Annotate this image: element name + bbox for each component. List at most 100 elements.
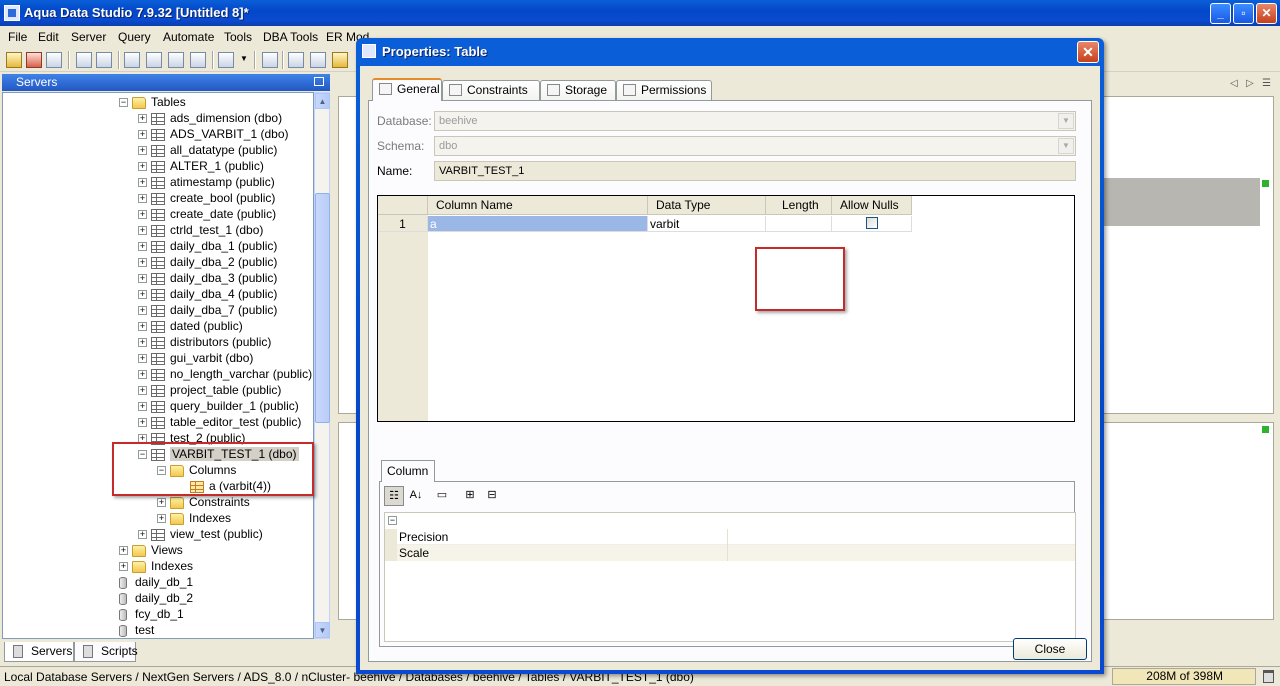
tree-item[interactable]: + query_builder_1 (public): [138, 398, 299, 414]
menu-automate[interactable]: Automate: [163, 30, 214, 44]
dialog-close-icon[interactable]: ✕: [1077, 41, 1099, 63]
menu-dba-tools[interactable]: DBA Tools: [263, 30, 318, 44]
layout-1-icon[interactable]: [288, 52, 304, 68]
menu-query[interactable]: Query: [118, 30, 151, 44]
tree-item[interactable]: + atimestamp (public): [138, 174, 275, 190]
delete-server-icon[interactable]: [26, 52, 42, 68]
maximize-button[interactable]: ▫: [1233, 3, 1254, 24]
cell-column-name[interactable]: a: [428, 216, 648, 232]
close-button[interactable]: Close: [1013, 638, 1087, 660]
minimize-button[interactable]: _: [1210, 3, 1231, 24]
dropdown-arrow-icon[interactable]: ▼: [240, 54, 248, 63]
expand-icon[interactable]: +: [138, 146, 147, 156]
allow-nulls-checkbox[interactable]: [866, 217, 878, 229]
expand-icon[interactable]: +: [138, 306, 147, 316]
tab-permissions[interactable]: Permissions: [616, 80, 712, 100]
tab-nav-right-icon[interactable]: ▷: [1246, 78, 1254, 89]
expand-icon[interactable]: +: [138, 194, 147, 204]
execute-icon[interactable]: [218, 52, 234, 68]
disconnect-icon[interactable]: [96, 52, 112, 68]
expand-icon[interactable]: +: [138, 530, 147, 540]
expand-icon[interactable]: +: [138, 258, 147, 268]
expand-icon[interactable]: +: [138, 162, 147, 172]
expand-icon[interactable]: +: [138, 370, 147, 380]
tree-item[interactable]: + distributors (public): [138, 334, 271, 350]
tree-item[interactable]: + no_length_varchar (public): [138, 366, 312, 382]
expand-icon[interactable]: +: [138, 226, 147, 236]
expand-icon[interactable]: +: [157, 498, 166, 508]
connect-icon[interactable]: [76, 52, 92, 68]
tree-item[interactable]: + daily_dba_7 (public): [138, 302, 277, 318]
tree-item[interactable]: + daily_dba_3 (public): [138, 270, 277, 286]
tree-item[interactable]: + project_table (public): [138, 382, 281, 398]
menu-edit[interactable]: Edit: [38, 30, 59, 44]
prop-row-scale[interactable]: Scale: [385, 545, 1075, 561]
expand-icon[interactable]: +: [138, 210, 147, 220]
tab-nav-left-icon[interactable]: ◁: [1230, 78, 1238, 89]
tree-item[interactable]: + table_editor_test (public): [138, 414, 301, 430]
expand-icon[interactable]: +: [138, 178, 147, 188]
menu-file[interactable]: File: [8, 30, 27, 44]
restore-panel-icon[interactable]: [314, 77, 324, 86]
tree-item[interactable]: + create_bool (public): [138, 190, 275, 206]
header-data-type[interactable]: Data Type: [648, 196, 766, 215]
tree-item[interactable]: + view_test (public): [138, 526, 263, 542]
tree-item[interactable]: + ctrld_test_1 (dbo): [138, 222, 263, 238]
expand-icon[interactable]: +: [138, 130, 147, 140]
tab-storage[interactable]: Storage: [540, 80, 616, 100]
tab-column[interactable]: Column: [381, 460, 435, 482]
query-builder-icon[interactable]: [168, 52, 184, 68]
tree-scrollbar[interactable]: ▲ ▼: [314, 92, 330, 639]
tab-scripts[interactable]: Scripts: [74, 642, 138, 662]
header-allow-nulls[interactable]: Allow Nulls: [832, 196, 912, 215]
close-window-button[interactable]: ✕: [1256, 3, 1277, 24]
property-pages-icon[interactable]: ▭: [432, 486, 452, 506]
tree-item[interactable]: test: [103, 622, 154, 638]
categorized-icon[interactable]: ☷: [384, 486, 404, 506]
server-tree[interactable]: − Tables + ads_dimension (dbo) + ADS_VARBIT_1…: [2, 92, 314, 639]
tab-servers[interactable]: Servers: [4, 642, 74, 662]
collapse-icon[interactable]: −: [388, 516, 397, 525]
layout-3-icon[interactable]: [332, 52, 348, 68]
expand-icon[interactable]: +: [138, 114, 147, 124]
expand-icon[interactable]: +: [138, 242, 147, 252]
tree-item[interactable]: + Indexes: [119, 558, 193, 574]
tree-item[interactable]: + daily_dba_4 (public): [138, 286, 277, 302]
cell-allow-nulls[interactable]: [832, 216, 912, 232]
tree-item[interactable]: + ads_dimension (dbo): [138, 110, 282, 126]
edit-server-icon[interactable]: [46, 52, 62, 68]
query-file-icon[interactable]: [146, 52, 162, 68]
header-length[interactable]: Length: [766, 196, 832, 215]
tab-constraints[interactable]: Constraints: [442, 80, 540, 100]
tree-item[interactable]: + dated (public): [138, 318, 243, 334]
tree-item[interactable]: + Indexes: [157, 510, 231, 526]
expand-icon[interactable]: +: [138, 290, 147, 300]
collapse-icon[interactable]: −: [119, 98, 128, 108]
expand-all-icon[interactable]: ⊞: [460, 486, 480, 506]
scroll-down-icon[interactable]: ▼: [315, 622, 330, 638]
expand-icon[interactable]: +: [138, 338, 147, 348]
tree-item[interactable]: + all_datatype (public): [138, 142, 277, 158]
columns-grid[interactable]: Column Name Data Type Length Allow Nulls…: [377, 195, 1075, 422]
expand-icon[interactable]: +: [119, 546, 128, 556]
query-window-icon[interactable]: [124, 52, 140, 68]
header-column-name[interactable]: Column Name: [428, 196, 648, 215]
tree-item[interactable]: + ADS_VARBIT_1 (dbo): [138, 126, 289, 142]
tab-general[interactable]: General: [372, 78, 442, 101]
menu-tools[interactable]: Tools: [224, 30, 252, 44]
prop-row-precision[interactable]: Precision: [385, 529, 1075, 545]
menu-server[interactable]: Server: [71, 30, 106, 44]
scroll-up-icon[interactable]: ▲: [315, 93, 330, 109]
name-field[interactable]: VARBIT_TEST_1: [434, 161, 1076, 181]
cell-length[interactable]: [766, 216, 832, 232]
tab-list-icon[interactable]: ☰: [1262, 78, 1271, 89]
expand-icon[interactable]: +: [138, 274, 147, 284]
new-server-icon[interactable]: [6, 52, 22, 68]
expand-icon[interactable]: +: [138, 418, 147, 428]
print-icon[interactable]: [262, 52, 278, 68]
sort-az-icon[interactable]: A↓: [406, 486, 426, 506]
tree-item[interactable]: + ALTER_1 (public): [138, 158, 264, 174]
expand-icon[interactable]: +: [138, 386, 147, 396]
tree-item[interactable]: − Tables: [119, 94, 186, 110]
row-number[interactable]: 1: [378, 216, 428, 232]
